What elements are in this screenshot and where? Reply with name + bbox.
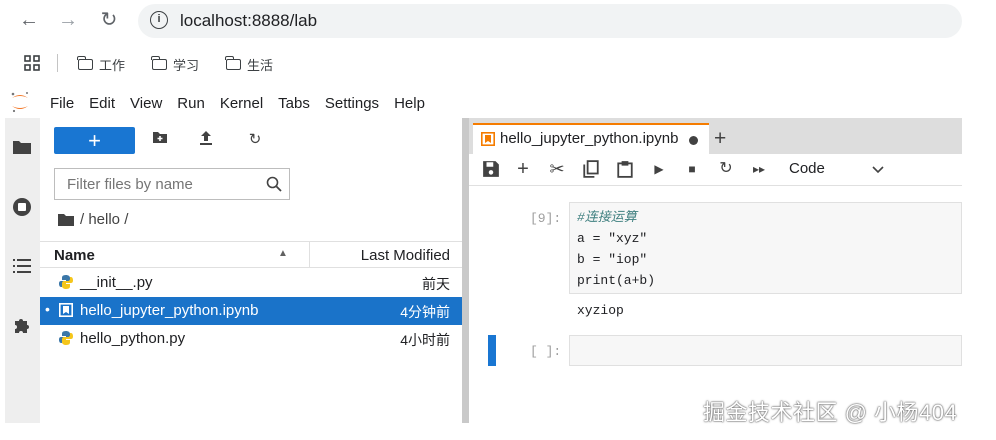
back-icon[interactable]: ←: [17, 8, 41, 32]
stop-square-icon[interactable]: ■: [683, 160, 701, 178]
menu-bar: File Edit View Run Kernel Tabs Settings …: [50, 88, 990, 118]
file-row[interactable]: hello_python.py 4小时前: [40, 325, 462, 353]
breadcrumb[interactable]: / hello /: [58, 211, 128, 228]
info-icon[interactable]: i: [150, 11, 168, 29]
folder-icon: [151, 56, 167, 70]
menu-file[interactable]: File: [50, 95, 74, 112]
running-stop-icon[interactable]: [12, 197, 32, 217]
folder-icon: [77, 56, 93, 70]
tab-title: hello_jupyter_python.ipynb: [500, 130, 679, 147]
file-list-header: Name ▲ Last Modified: [40, 241, 462, 268]
save-icon[interactable]: [482, 160, 500, 178]
apps-grid-icon[interactable]: [24, 55, 40, 71]
code-line: a = "xyz": [577, 231, 648, 246]
file-row-selected[interactable]: • hello_jupyter_python.ipynb 4分钟前: [40, 297, 462, 325]
cell-type-select[interactable]: Code: [789, 160, 825, 177]
search-icon[interactable]: [266, 176, 282, 192]
file-modified: 前天: [422, 276, 450, 292]
filter-box[interactable]: [54, 168, 290, 200]
column-last-modified[interactable]: Last Modified: [361, 247, 450, 264]
chevron-down-icon[interactable]: [872, 166, 884, 174]
menu-view[interactable]: View: [130, 95, 162, 112]
menu-kernel[interactable]: Kernel: [220, 95, 263, 112]
python-icon: [59, 331, 73, 345]
cut-scissors-icon[interactable]: ✂: [548, 160, 566, 178]
copy-icon[interactable]: [582, 160, 600, 178]
column-name[interactable]: Name: [54, 247, 95, 264]
python-icon: [59, 275, 73, 289]
active-cell-indicator: [488, 335, 496, 366]
restart-run-all-icon[interactable]: ▸▸: [750, 160, 768, 178]
jupyter-logo-icon: [10, 91, 30, 113]
tab-notebook[interactable]: hello_jupyter_python.ipynb: [473, 123, 709, 154]
bookmark-work[interactable]: 工作: [77, 55, 125, 74]
file-name: __init__.py: [80, 274, 153, 291]
panel-splitter[interactable]: [462, 118, 469, 423]
unsaved-dot-icon[interactable]: [689, 136, 698, 145]
cell-prompt: [9]:: [530, 211, 562, 226]
menu-help[interactable]: Help: [394, 95, 425, 112]
folder-icon[interactable]: [12, 138, 32, 158]
menu-settings[interactable]: Settings: [325, 95, 379, 112]
notebook-icon: [59, 303, 73, 317]
menu-run[interactable]: Run: [177, 95, 205, 112]
file-modified: 4分钟前: [400, 304, 450, 320]
folder-icon: [58, 214, 74, 226]
code-cell-input-empty[interactable]: [569, 335, 962, 366]
file-row[interactable]: __init__.py 前天: [40, 269, 462, 297]
notebook-toolbar: + ✂ ▶ ■ ↻ ▸▸ Code: [469, 154, 962, 186]
url-text[interactable]: localhost:8888/lab: [180, 11, 317, 31]
paste-clipboard-icon[interactable]: [616, 160, 634, 178]
folder-icon: [225, 56, 241, 70]
running-dot-icon: •: [45, 301, 50, 317]
menu-tabs[interactable]: Tabs: [278, 95, 310, 112]
reload-icon[interactable]: ↻: [97, 8, 121, 32]
code-line: b = "iop": [577, 252, 648, 267]
bookmark-study[interactable]: 学习: [151, 55, 199, 74]
menu-edit[interactable]: Edit: [89, 95, 115, 112]
forward-icon[interactable]: →: [56, 8, 80, 32]
column-divider: [309, 242, 310, 268]
new-launcher-button[interactable]: +: [54, 127, 135, 154]
run-play-icon[interactable]: ▶: [650, 160, 668, 178]
file-name: hello_jupyter_python.ipynb: [80, 302, 259, 319]
sort-asc-icon[interactable]: ▲: [278, 248, 288, 259]
file-name: hello_python.py: [80, 330, 186, 347]
new-folder-icon[interactable]: [150, 130, 170, 150]
code-cell-input[interactable]: #连接运算 a = "xyz" b = "iop" print(a+b): [569, 202, 962, 294]
upload-icon[interactable]: [196, 130, 216, 150]
toc-list-icon[interactable]: [12, 257, 32, 277]
filter-input[interactable]: [65, 169, 269, 199]
restart-icon[interactable]: ↻: [717, 160, 735, 178]
breadcrumb-path: / hello /: [80, 211, 129, 228]
bookmark-life[interactable]: 生活: [225, 55, 273, 74]
code-line: print(a+b): [577, 273, 656, 288]
extension-puzzle-icon[interactable]: [12, 315, 32, 335]
file-modified: 4小时前: [400, 332, 450, 348]
watermark-text: 掘金技术社区 @ 小杨404: [703, 400, 958, 425]
notebook-icon: [481, 132, 495, 146]
bookmark-divider: [57, 54, 58, 72]
cell-output: xyziop: [577, 303, 624, 318]
cell-prompt: [ ]:: [530, 344, 562, 359]
insert-cell-plus-icon[interactable]: +: [514, 159, 532, 179]
code-comment: #连接运算: [577, 210, 637, 225]
refresh-icon[interactable]: ↻: [245, 130, 265, 150]
new-tab-plus-icon[interactable]: +: [714, 127, 726, 151]
